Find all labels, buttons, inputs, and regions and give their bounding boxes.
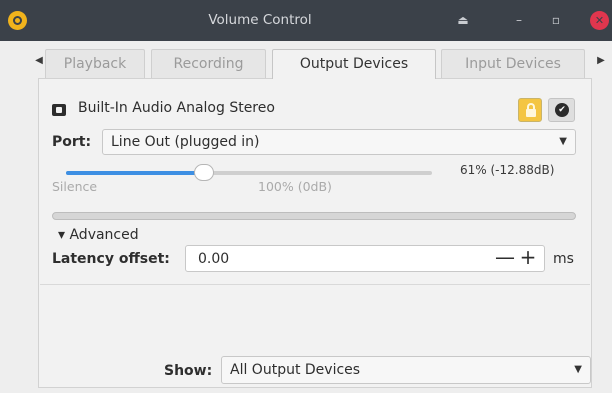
port-select[interactable]: Line Out (plugged in) ▼ <box>102 129 576 155</box>
decrement-button[interactable]: — <box>494 246 516 271</box>
full-volume-label: 100% (0dB) <box>258 179 332 194</box>
tab-recording[interactable]: Recording <box>151 49 266 79</box>
volume-slider[interactable] <box>66 171 432 175</box>
window-title: Volume Control <box>208 12 312 28</box>
advanced-expander[interactable]: ▾ Advanced <box>58 227 139 243</box>
increment-button[interactable]: + <box>517 246 539 271</box>
divider <box>40 284 590 285</box>
show-filter-value: All Output Devices <box>230 362 361 378</box>
tab-scroll-right-icon[interactable]: ▶ <box>594 54 608 68</box>
volume-readout: 61% (-12.88dB) <box>460 163 555 177</box>
set-default-button[interactable]: ✔ <box>548 98 575 122</box>
latency-offset-label: Latency offset: <box>52 251 170 267</box>
volume-slider-handle[interactable] <box>194 164 215 181</box>
show-filter-select[interactable]: All Output Devices ▼ <box>221 356 591 384</box>
tab-scroll-left-icon[interactable]: ◀ <box>32 54 46 68</box>
latency-unit-label: ms <box>553 251 574 267</box>
tab-output-devices[interactable]: Output Devices <box>272 49 436 79</box>
audio-card-icon <box>52 104 66 116</box>
lock-icon <box>526 109 536 117</box>
eject-icon[interactable]: ⏏ <box>455 13 471 28</box>
port-label: Port: <box>52 134 92 150</box>
peak-level-meter <box>52 212 576 220</box>
maximize-button[interactable]: ▫ <box>549 13 563 28</box>
port-value: Line Out (plugged in) <box>111 134 260 150</box>
lock-channels-button[interactable] <box>518 98 542 122</box>
checkmark-icon: ✔ <box>555 103 569 117</box>
latency-offset-input[interactable] <box>185 245 545 272</box>
show-label: Show: <box>164 363 213 379</box>
tab-input-devices[interactable]: Input Devices <box>441 49 585 79</box>
chevron-down-icon: ▼ <box>574 364 582 375</box>
close-button[interactable]: ✕ <box>590 11 609 30</box>
chevron-down-icon: ▼ <box>559 136 567 147</box>
silence-label: Silence <box>52 179 98 194</box>
minimize-button[interactable]: – <box>512 13 526 28</box>
device-name: Built-In Audio Analog Stereo <box>78 100 275 116</box>
title-bar: Volume Control ⏏ – ▫ ✕ <box>0 0 612 41</box>
tab-playback[interactable]: Playback <box>45 49 145 79</box>
volume-slider-fill <box>66 171 205 175</box>
